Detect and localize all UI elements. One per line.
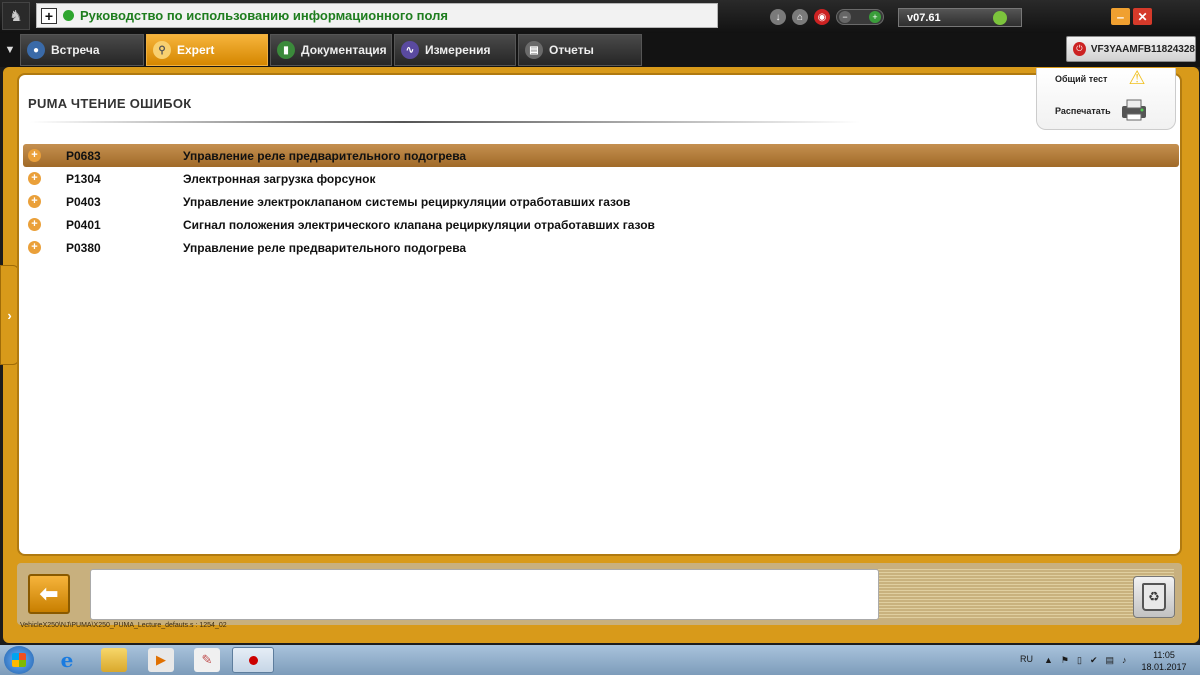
fault-description: Управление электроклапаном системы рецир… [183, 194, 631, 209]
system-icons: ↓ ⌂ ◉ − + [770, 9, 884, 25]
fault-code: P0683 [66, 148, 101, 163]
printer-icon[interactable] [1119, 98, 1149, 122]
top-bar: ♞ + Руководство по использованию информа… [0, 0, 1200, 33]
download-icon[interactable]: ↓ [770, 9, 786, 25]
paint-icon[interactable]: ✎ [194, 648, 220, 672]
script-path: VehicleX250\NJ\PUMA\X250_PUMA_Lecture_de… [20, 622, 227, 629]
recycle-bin-button[interactable]: ♻ [1133, 576, 1175, 618]
tab-label: Измерения [425, 43, 491, 57]
tray-network-icon[interactable]: ▤ [1106, 655, 1115, 666]
fault-code: P0401 [66, 217, 101, 232]
tray-flag-icon[interactable]: ⚑ [1061, 655, 1069, 666]
expand-icon[interactable]: + [28, 149, 41, 162]
close-button[interactable]: ✕ [1133, 8, 1152, 25]
tab-expert[interactable]: ⚲ Expert [146, 34, 268, 66]
tray-tools-icon[interactable]: ✔ [1090, 655, 1098, 666]
report-icon: ▤ [525, 41, 543, 59]
volume-up-button[interactable]: + [869, 11, 881, 23]
media-player-icon[interactable]: ▶ [148, 648, 174, 672]
tab-label: Expert [177, 43, 215, 57]
diagnostic-app: ♞ + Руководство по использованию информа… [0, 0, 1200, 675]
fault-list: + P0683 Управление реле предварительного… [23, 144, 1179, 259]
tray-battery-icon[interactable]: ▯ [1077, 655, 1082, 666]
fault-row[interactable]: + P1304 Электронная загрузка форсунок [23, 167, 1179, 190]
target-icon[interactable]: ◉ [814, 9, 830, 25]
expand-icon[interactable]: + [28, 241, 41, 254]
magnifier-icon: ⚲ [153, 41, 171, 59]
tray-icons: ▲ ⚑ ▯ ✔ ▤ ♪ [1044, 655, 1127, 666]
volume-icon[interactable]: − + [836, 9, 884, 25]
info-bar[interactable]: + Руководство по использованию информаци… [36, 3, 718, 28]
language-indicator[interactable]: RU [1020, 654, 1033, 664]
minimize-button[interactable]: ‒ [1111, 8, 1130, 25]
tab-label: Отчеты [549, 43, 594, 57]
tab-bar: ▼ ● Встреча ⚲ Expert ▮ Документация ∿ Из… [0, 33, 1200, 67]
version-badge: v07.61 [898, 8, 1022, 27]
tab-label: Документация [301, 43, 387, 57]
stripe-decoration [878, 569, 1174, 619]
tray-volume-icon[interactable]: ♪ [1122, 655, 1127, 666]
tab-reports[interactable]: ▤ Отчеты [518, 34, 642, 66]
home-icon[interactable]: ⌂ [792, 9, 808, 25]
globe-icon: ● [27, 41, 45, 59]
ie-icon[interactable]: e [54, 648, 80, 672]
taskbar-app-diagbox[interactable] [232, 647, 274, 673]
warning-icon[interactable]: ⚠ [1125, 69, 1149, 89]
fault-row[interactable]: + P0401 Сигнал положения электрического … [23, 213, 1179, 236]
recycle-bin-icon: ♻ [1142, 583, 1166, 611]
windows-start-icon[interactable] [4, 646, 34, 674]
title-divider [30, 121, 860, 123]
peugeot-logo-icon: ♞ [2, 2, 30, 30]
volume-down-button[interactable]: − [839, 11, 851, 23]
folder-icon[interactable] [101, 648, 127, 672]
book-icon: ▮ [277, 41, 295, 59]
message-area[interactable] [90, 569, 879, 620]
vin-badge[interactable]: ⏻ VF3YAAMFB11824328 [1066, 36, 1196, 62]
fault-description: Электронная загрузка форсунок [183, 171, 376, 186]
expand-icon[interactable]: + [28, 195, 41, 208]
version-text: v07.61 [907, 11, 941, 24]
fault-code: P1304 [66, 171, 101, 186]
status-dot-icon [63, 10, 74, 21]
fault-code: P0380 [66, 240, 101, 255]
fault-description: Управление реле предварительного подогре… [183, 148, 467, 163]
fault-row[interactable]: + P0403 Управление электроклапаном систе… [23, 190, 1179, 213]
back-arrow-icon: ⬅ [39, 581, 59, 606]
fault-row[interactable]: + P0380 Управление реле предварительного… [23, 236, 1179, 259]
action-panel: Общий тест ⚠ Распечатать [1036, 68, 1176, 130]
windows-taskbar: e ▶ ✎ RU ▲ ⚑ ▯ ✔ ▤ ♪ 11:05 18.01.2017 [0, 645, 1200, 675]
wave-icon: ∿ [401, 41, 419, 59]
info-bar-text: Руководство по использованию информацион… [80, 8, 448, 23]
tab-measurements[interactable]: ∿ Измерения [394, 34, 516, 66]
expand-icon[interactable]: + [28, 218, 41, 231]
tray-arrow-icon[interactable]: ▲ [1044, 655, 1053, 666]
tab-label: Встреча [51, 43, 100, 57]
leaf-icon [993, 11, 1007, 25]
page-title: PUMA ЧТЕНИЕ ОШИБОК [28, 96, 192, 111]
tab-meeting[interactable]: ● Встреча [20, 34, 144, 66]
clock-date: 18.01.2017 [1141, 662, 1187, 672]
fault-description: Сигнал положения электрического клапана … [183, 217, 655, 232]
fault-code: P0403 [66, 194, 101, 209]
plus-icon[interactable]: + [41, 7, 57, 24]
expand-icon[interactable]: + [28, 172, 41, 185]
chevron-down-icon[interactable]: ▼ [2, 41, 18, 59]
power-icon: ⏻ [1073, 42, 1086, 56]
back-button[interactable]: ⬅ [28, 574, 70, 614]
general-test-button[interactable]: Общий тест [1055, 74, 1107, 84]
clock[interactable]: 11:05 18.01.2017 [1137, 649, 1191, 673]
fault-description: Управление реле предварительного подогре… [183, 240, 467, 255]
tab-documentation[interactable]: ▮ Документация [270, 34, 392, 66]
clock-time: 11:05 [1153, 650, 1175, 660]
fault-row[interactable]: + P0683 Управление реле предварительного… [23, 144, 1179, 167]
app-icon [248, 655, 258, 665]
vin-text: VF3YAAMFB11824328 [1090, 43, 1195, 55]
print-button[interactable]: Распечатать [1055, 106, 1111, 116]
